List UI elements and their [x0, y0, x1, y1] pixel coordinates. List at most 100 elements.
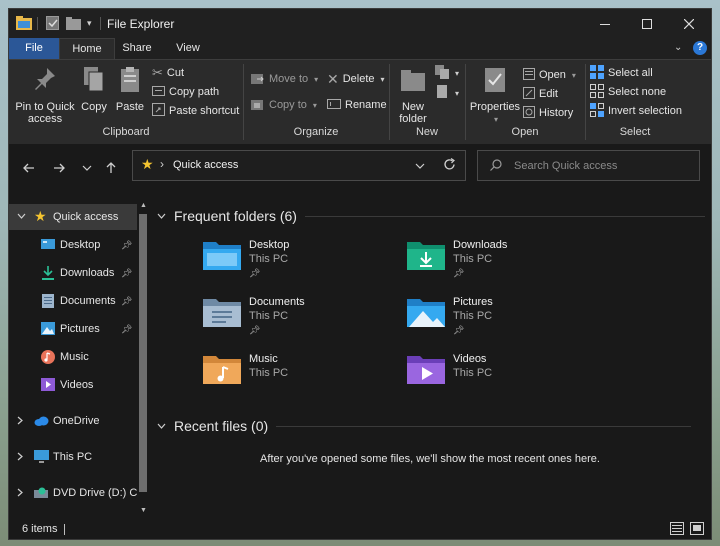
breadcrumb-separator: ›	[160, 157, 164, 171]
tab-home[interactable]: Home	[59, 38, 115, 60]
select-group-label: Select	[619, 126, 651, 138]
maximize-button[interactable]	[624, 9, 670, 38]
folder-desktop[interactable]: Desktop This PC 📌︎	[203, 237, 403, 285]
videos-icon	[41, 378, 55, 394]
back-arrow-icon[interactable]	[17, 156, 41, 180]
pin-icon[interactable]: 📌︎	[121, 324, 132, 335]
refresh-icon[interactable]	[443, 158, 456, 174]
easy-access-button[interactable]: ▾	[435, 84, 459, 102]
chevron-down-icon[interactable]	[17, 211, 26, 222]
help-icon[interactable]: ?	[693, 41, 707, 55]
open-button[interactable]: Open ▾	[523, 66, 576, 84]
close-button[interactable]	[666, 9, 711, 38]
properties-button[interactable]: Properties ▾	[469, 66, 521, 126]
chevron-right-icon[interactable]	[17, 452, 23, 464]
downloads-folder-icon	[407, 240, 445, 275]
file-explorer-window: ▾ File Explorer File Home Share View ⌄ ?…	[8, 8, 712, 540]
history-button[interactable]: History	[523, 104, 573, 122]
folder-pictures[interactable]: Pictures This PC 📌︎	[407, 294, 607, 342]
edit-button[interactable]: Edit	[523, 85, 558, 103]
pin-icon[interactable]: 📌︎	[453, 325, 464, 336]
invert-selection-button[interactable]: Invert selection	[590, 102, 682, 120]
paste-button[interactable]: Paste	[115, 66, 145, 113]
details-view-icon[interactable]	[670, 522, 684, 538]
delete-button[interactable]: ✕ Delete ▾	[327, 70, 385, 88]
navigation-bar: ★ › Quick access	[9, 144, 711, 192]
new-item-button[interactable]: ▾	[435, 64, 459, 82]
title-bar: ▾ File Explorer	[9, 9, 711, 38]
properties-qa-icon[interactable]	[46, 14, 59, 32]
sidebar-item-desktop[interactable]: Desktop 📌︎	[9, 232, 137, 258]
new-folder-button[interactable]: New folder	[395, 66, 431, 125]
sidebar-item-documents[interactable]: Documents 📌︎	[9, 288, 137, 314]
pin-icon[interactable]: 📌︎	[453, 268, 464, 279]
pin-icon[interactable]: 📌︎	[249, 325, 260, 336]
organize-group-label: Organize	[293, 126, 339, 138]
pin-icon[interactable]: 📌︎	[121, 240, 132, 251]
address-bar[interactable]: ★ › Quick access	[132, 150, 466, 181]
delete-x-icon: ✕	[327, 70, 339, 87]
open-icon	[523, 67, 535, 83]
minimize-button[interactable]	[582, 9, 628, 38]
sidebar-item-quick-access[interactable]: ★ Quick access	[9, 204, 137, 230]
sidebar-item-this-pc[interactable]: This PC	[9, 444, 137, 470]
copy-to-icon	[251, 98, 265, 113]
recent-locations-chevron-icon[interactable]	[75, 156, 99, 180]
select-all-button[interactable]: Select all	[590, 64, 653, 82]
chevron-down-icon[interactable]	[157, 211, 166, 222]
tab-file[interactable]: File	[9, 38, 59, 59]
chevron-right-icon[interactable]	[17, 488, 23, 500]
status-bar: 6 items	[9, 519, 711, 539]
sidebar-item-pictures[interactable]: Pictures 📌︎	[9, 316, 137, 342]
sidebar-item-videos[interactable]: Videos	[9, 372, 137, 398]
copy-button[interactable]: Copy	[79, 66, 109, 113]
up-arrow-icon[interactable]	[99, 156, 123, 180]
copy-path-button[interactable]: Copy path	[152, 83, 219, 101]
ribbon-expand-icon[interactable]: ⌄	[674, 42, 682, 53]
new-folder-qa-icon[interactable]	[66, 14, 81, 32]
history-icon	[523, 105, 535, 121]
tab-share[interactable]: Share	[117, 38, 157, 59]
copy-to-button[interactable]: Copy to ▾	[251, 96, 317, 114]
pin-icon[interactable]: 📌︎	[249, 268, 260, 279]
recent-files-header[interactable]: Recent files (0)	[157, 418, 692, 434]
select-none-icon	[590, 83, 604, 101]
sidebar-item-onedrive[interactable]: OneDrive	[9, 408, 137, 434]
scroll-down-icon[interactable]: ▼	[140, 507, 147, 514]
search-icon	[490, 159, 502, 174]
copy-icon	[79, 66, 109, 97]
cut-button[interactable]: ✂ Cut	[152, 64, 184, 82]
address-dropdown-icon[interactable]	[415, 160, 425, 172]
folder-downloads[interactable]: Downloads This PC 📌︎	[407, 237, 607, 285]
customize-qa-icon[interactable]: ▾	[87, 14, 92, 32]
chevron-down-icon[interactable]	[157, 421, 166, 432]
search-input[interactable]	[512, 157, 696, 175]
folder-videos[interactable]: Videos This PC	[407, 351, 607, 399]
window-title: File Explorer	[107, 17, 175, 31]
invert-selection-icon	[590, 102, 604, 120]
sidebar-item-music[interactable]: Music	[9, 344, 137, 370]
pin-icon[interactable]: 📌︎	[121, 296, 132, 307]
select-none-button[interactable]: Select none	[590, 83, 666, 101]
large-icons-view-icon[interactable]	[690, 522, 704, 538]
scrollbar-thumb[interactable]	[139, 214, 147, 492]
scroll-up-icon[interactable]: ▲	[140, 202, 147, 209]
chevron-right-icon[interactable]	[17, 416, 23, 428]
folder-documents[interactable]: Documents This PC 📌︎	[203, 294, 403, 342]
frequent-folders-header[interactable]: Frequent folders (6)	[157, 208, 705, 224]
folder-music[interactable]: Music This PC	[203, 351, 403, 399]
sidebar-item-downloads[interactable]: Downloads 📌︎	[9, 260, 137, 286]
tab-view[interactable]: View	[169, 38, 207, 59]
move-to-button[interactable]: Move to ▾	[251, 70, 318, 88]
sidebar-scrollbar[interactable]: ▲ ▼	[137, 200, 149, 519]
documents-icon	[42, 294, 54, 311]
breadcrumb-quick-access[interactable]: Quick access	[173, 159, 238, 171]
ribbon: Pin to Quick access Copy Paste ✂ Cut Cop…	[9, 59, 711, 145]
pin-icon[interactable]: 📌︎	[121, 268, 132, 279]
paste-shortcut-button[interactable]: Paste shortcut	[152, 102, 239, 120]
forward-arrow-icon[interactable]	[47, 156, 71, 180]
sidebar-item-dvd-drive[interactable]: DVD Drive (D:) CC	[9, 480, 137, 506]
rename-button[interactable]: Rename	[327, 96, 387, 114]
rename-icon	[327, 98, 341, 112]
pin-to-quick-access-button[interactable]: Pin to Quick access	[13, 66, 77, 125]
